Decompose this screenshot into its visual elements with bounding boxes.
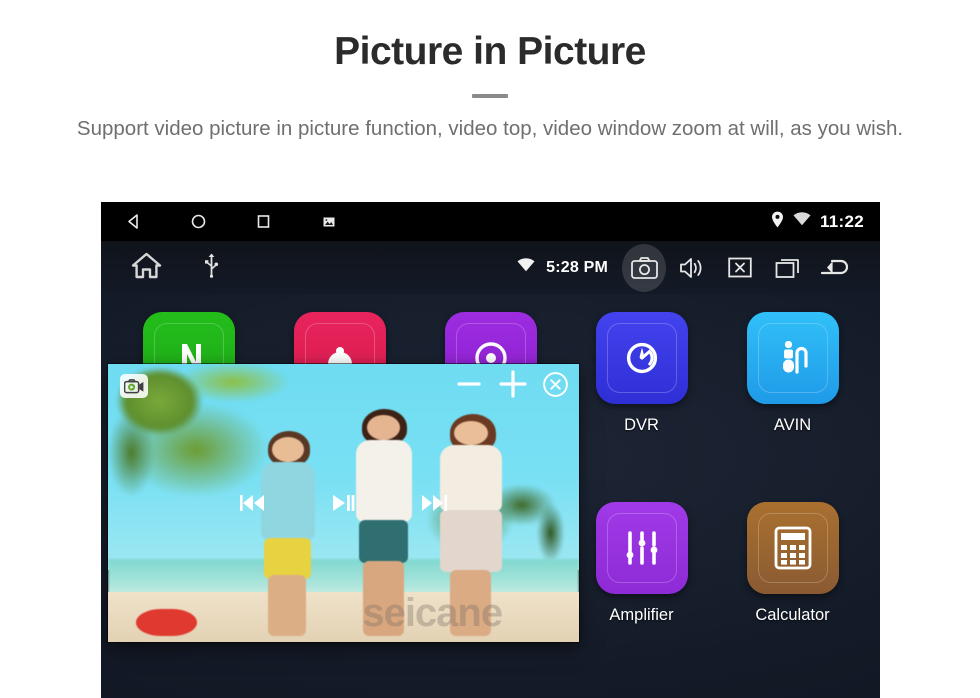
app-cell-amplifier[interactable]: Amplifier xyxy=(566,502,717,692)
title-divider xyxy=(472,93,508,98)
video-watermark: seicane xyxy=(362,591,503,636)
amplifier-icon[interactable] xyxy=(595,502,688,594)
app-cell-dvr[interactable]: DVR xyxy=(566,312,717,502)
close-app-button[interactable] xyxy=(718,244,762,292)
toolbar-right-group: 5:28 PM xyxy=(517,243,880,292)
pip-window[interactable]: seicane xyxy=(108,364,579,642)
video-float-object xyxy=(136,608,198,637)
usb-icon xyxy=(204,253,219,283)
device-screen: 11:22 5:28 PM DVR AVIN Amplifier Calcula… xyxy=(101,202,880,698)
promo-header: Picture in Picture Support video picture… xyxy=(0,0,980,143)
dvr-icon[interactable] xyxy=(595,312,688,404)
app-label: AVIN xyxy=(773,416,812,434)
toolbar-clock: 5:28 PM xyxy=(546,258,608,276)
location-pin-icon xyxy=(771,211,784,233)
next-track-button[interactable] xyxy=(419,492,449,514)
recents-button[interactable] xyxy=(766,244,810,292)
status-bar-indicators: 11:22 xyxy=(771,211,880,233)
app-cell-avin[interactable]: AVIN xyxy=(717,312,868,502)
app-label: Amplifier xyxy=(609,606,674,624)
toolbar-left-group xyxy=(101,252,219,284)
video-person-left xyxy=(240,430,334,637)
pip-close-button[interactable] xyxy=(542,371,569,398)
avin-icon[interactable] xyxy=(746,312,839,404)
page-title: Picture in Picture xyxy=(334,30,646,73)
wifi-icon xyxy=(793,212,811,231)
page-subtitle: Support video picture in picture functio… xyxy=(76,116,904,140)
status-recents-button[interactable] xyxy=(231,202,296,241)
pip-media-controls xyxy=(108,492,579,514)
back-button[interactable] xyxy=(814,244,858,292)
android-status-bar: 11:22 xyxy=(101,202,880,241)
status-screenshot-button[interactable] xyxy=(296,202,361,241)
camera-button[interactable] xyxy=(622,243,666,292)
app-label: DVR xyxy=(624,416,659,434)
previous-track-button[interactable] xyxy=(238,492,268,514)
pip-zoom-out-button[interactable] xyxy=(454,369,484,399)
app-toolbar: 5:28 PM xyxy=(101,241,880,294)
android-nav-buttons xyxy=(101,202,361,241)
app-cell-calculator[interactable]: Calculator xyxy=(717,502,868,692)
pip-zoom-in-button[interactable] xyxy=(497,368,529,400)
status-clock: 11:22 xyxy=(819,211,864,231)
play-pause-button[interactable] xyxy=(330,492,357,514)
status-back-button[interactable] xyxy=(101,202,166,241)
calculator-icon[interactable] xyxy=(746,502,839,594)
status-home-button[interactable] xyxy=(166,202,231,241)
volume-button[interactable] xyxy=(670,244,714,292)
app-label: Calculator xyxy=(755,606,830,624)
pip-window-controls xyxy=(454,368,569,400)
video-camera-play-icon xyxy=(120,374,148,398)
home-icon[interactable] xyxy=(131,252,162,284)
toolbar-wifi-icon xyxy=(517,258,535,277)
